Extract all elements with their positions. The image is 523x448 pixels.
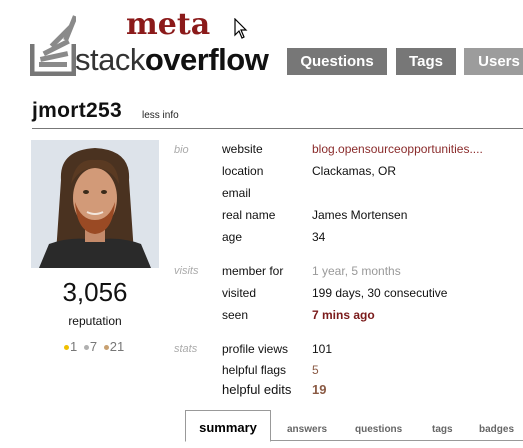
location-value: Clackamas, OR xyxy=(312,164,397,178)
helpful-edits-value: 19 xyxy=(312,382,327,397)
avatar xyxy=(31,140,159,268)
user-name: jmort253 xyxy=(32,99,122,122)
real-name-value: James Mortensen xyxy=(312,208,408,222)
stats-section-label: stats xyxy=(174,343,198,355)
tab-summary[interactable]: summary xyxy=(185,410,271,442)
bio-section-label: bio xyxy=(174,144,189,156)
silver-badge-count: 7 xyxy=(89,339,98,354)
nav-users-button[interactable]: Users xyxy=(464,48,523,75)
website-label: website xyxy=(222,142,263,156)
email-label: email xyxy=(222,186,251,200)
header-divider xyxy=(32,128,523,129)
visited-label: visited xyxy=(222,286,257,300)
gold-badge-count: 1 xyxy=(70,339,78,354)
reputation-label: reputation xyxy=(68,314,122,328)
nav-tags-button[interactable]: Tags xyxy=(396,48,456,75)
logo-meta-text[interactable]: meta xyxy=(126,8,210,42)
reputation-value: 3,056 xyxy=(62,277,128,307)
logo-word-bold: overflow xyxy=(144,42,269,77)
seen-value: 7 mins ago xyxy=(312,308,375,322)
profile-views-label: profile views xyxy=(222,342,289,356)
seen-label: seen xyxy=(222,308,249,322)
nav-questions-button[interactable]: Questions xyxy=(287,48,387,75)
helpful-flags-label: helpful flags xyxy=(222,363,287,377)
bronze-badge-icon xyxy=(103,345,109,351)
member-for-value: 1 year, 5 months xyxy=(312,264,401,278)
helpful-edits-label: helpful edits xyxy=(222,382,292,397)
visited-value: 199 days, 30 consecutive xyxy=(312,286,448,300)
gold-badge-icon xyxy=(64,345,69,351)
logo-wordmark[interactable]: stackoverflow xyxy=(75,42,269,78)
profile-views-value: 101 xyxy=(312,342,333,356)
stackoverflow-logo-icon[interactable] xyxy=(30,14,76,76)
age-value: 34 xyxy=(312,230,326,244)
less-info-link[interactable]: less info xyxy=(142,110,179,121)
tab-questions[interactable]: questions xyxy=(355,424,402,435)
silver-badge-icon xyxy=(83,345,89,351)
website-link[interactable]: blog.opensourceopportunities.... xyxy=(312,142,483,156)
tab-badges[interactable]: badges xyxy=(479,424,514,435)
tab-answers[interactable]: answers xyxy=(287,424,327,435)
member-for-label: member for xyxy=(222,264,284,278)
real-name-label: real name xyxy=(222,208,276,222)
logo-word-light: stack xyxy=(75,42,145,77)
helpful-flags-value: 5 xyxy=(312,363,319,377)
tab-tags[interactable]: tags xyxy=(432,424,453,435)
age-label: age xyxy=(222,230,243,244)
location-label: location xyxy=(222,164,264,178)
badge-counts: 1 7 21 xyxy=(64,339,124,354)
bronze-badge-count: 21 xyxy=(109,339,125,354)
mouse-cursor-icon xyxy=(234,18,248,39)
visits-section-label: visits xyxy=(174,265,199,277)
